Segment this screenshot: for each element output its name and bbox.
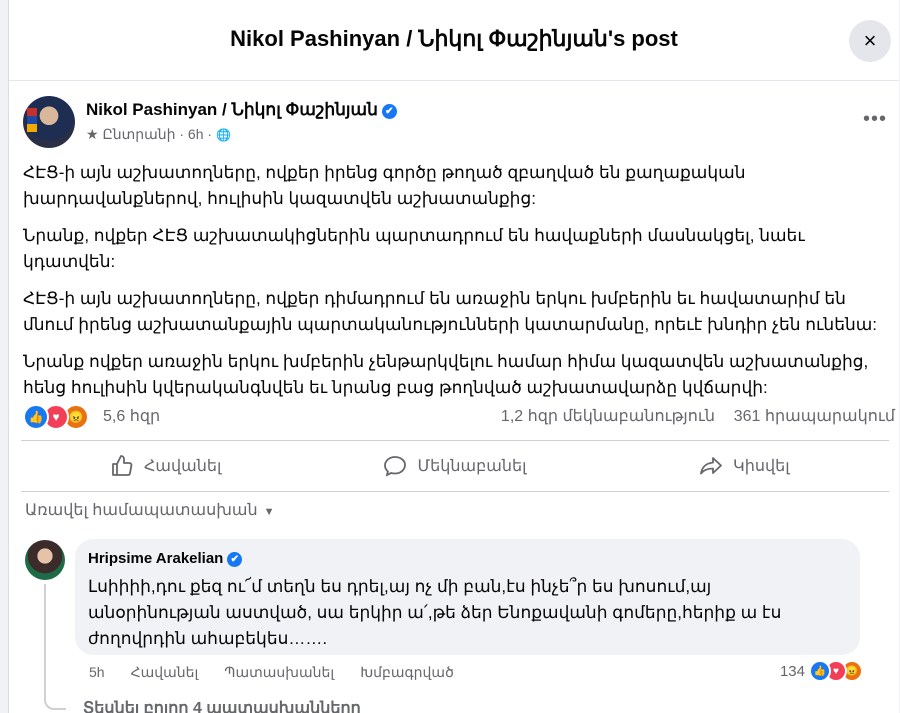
commenter-name[interactable]: Hripsime Arakelian ✔: [88, 550, 243, 567]
caret-down-icon: ▼: [263, 506, 275, 518]
comment-time[interactable]: 5h: [89, 664, 105, 681]
flag-icon: [27, 108, 37, 132]
comment-reaction-count: 134: [779, 662, 805, 680]
dialog-header: Nikol Pashinyan / Նիկոլ Փաշինյան's post …: [9, 0, 899, 81]
dialog-title: Nikol Pashinyan / Նիկոլ Փաշինյան's post: [230, 26, 678, 51]
like-reaction-icon: 👍: [809, 660, 831, 682]
post-time[interactable]: 6h: [188, 126, 204, 142]
like-reaction-icon: 👍: [23, 404, 49, 430]
comment-edited-label[interactable]: Խմբագրված: [360, 664, 454, 681]
like-button[interactable]: Հավանել: [21, 441, 310, 491]
reactions-count[interactable]: 5,6 հզր: [103, 406, 160, 426]
comment-reactions[interactable]: 134 👍 ♥ 😠: [779, 660, 863, 682]
commenter-avatar[interactable]: [25, 540, 65, 580]
globe-icon: 🌐: [215, 128, 231, 142]
comments-filter-dropdown[interactable]: Առավել համապատասխան ▼: [25, 500, 275, 520]
star-icon: ★: [86, 126, 99, 142]
post-paragraph: ՀԷՑ-ի այն աշխատողները, ովքեր դիմադրում ե…: [23, 289, 878, 334]
comment-reply-button[interactable]: Պատասխանել: [224, 664, 334, 681]
post-stats: 👍 ♥ 😠 5,6 հզր 1,2 հզր մեկնաբանություն 36…: [23, 402, 895, 430]
close-button[interactable]: ×: [849, 20, 891, 62]
comment-actions: 5h Հավանել Պատասխանել Խմբագրված: [89, 664, 454, 681]
post-paragraph: ՀԷՑ-ի այն աշխատողները, ովքեր իրենց գործը…: [23, 163, 746, 208]
share-arrow-icon: [700, 457, 722, 475]
thread-connector: [44, 584, 66, 710]
comment-bubble-icon: [384, 456, 407, 477]
shares-count[interactable]: 361 հրապարակում: [734, 406, 895, 426]
comment-bubble: Hripsime Arakelian ✔ Լսիիիի,դու քեզ ու՜մ …: [75, 539, 860, 655]
like-label: Հավանել: [143, 458, 222, 475]
comment-like-button[interactable]: Հավանել: [131, 664, 199, 681]
author-avatar[interactable]: [23, 96, 75, 148]
post-paragraph: Նրանք, ովքեր ՀԷՑ աշխատակիցներին պարտադրո…: [23, 226, 805, 271]
comment-label: Մեկնաբանել: [417, 458, 527, 475]
post-author[interactable]: Nikol Pashinyan / Նիկոլ Փաշինյան ✔: [86, 100, 397, 120]
post-meta: ★ Ընտրանի · 6h · 🌐: [86, 126, 231, 142]
post-paragraph: Նրանք ովքեր առաջին երկու խմբերին չենթարկ…: [23, 352, 869, 397]
comment-text: Լսիիիի,դու քեզ ու՜մ տեղն ես դրել,այ ոչ մ…: [88, 577, 782, 648]
post-text: ՀԷՑ-ի այն աշխատողները, ովքեր իրենց գործը…: [23, 160, 887, 412]
more-options-button[interactable]: •••: [863, 108, 887, 131]
verified-icon: ✔: [381, 104, 397, 119]
verified-icon: ✔: [227, 552, 243, 567]
comments-count[interactable]: 1,2 հզր մեկնաբանություն: [501, 406, 715, 426]
reaction-icons[interactable]: 👍 ♥ 😠: [23, 404, 89, 430]
post-dialog: Nikol Pashinyan / Նիկոլ Փաշինյան's post …: [8, 0, 899, 713]
comment-button[interactable]: Մեկնաբանել: [310, 441, 599, 491]
share-button[interactable]: Կիսվել: [600, 441, 889, 491]
post-actions: Հավանել Մեկնաբանել Կիսվել: [21, 440, 889, 492]
post-author-row: Nikol Pashinyan / Նիկոլ Փաշինյան ✔ ★ Ընտր…: [23, 96, 889, 148]
close-icon: ×: [863, 28, 877, 53]
share-label: Կիսվել: [733, 458, 790, 475]
see-replies-link[interactable]: Տեսնել բոլոր 4 պատասխանները: [83, 698, 361, 713]
audience-label[interactable]: Ընտրանի: [102, 126, 175, 142]
thumbs-up-icon: [112, 455, 133, 476]
